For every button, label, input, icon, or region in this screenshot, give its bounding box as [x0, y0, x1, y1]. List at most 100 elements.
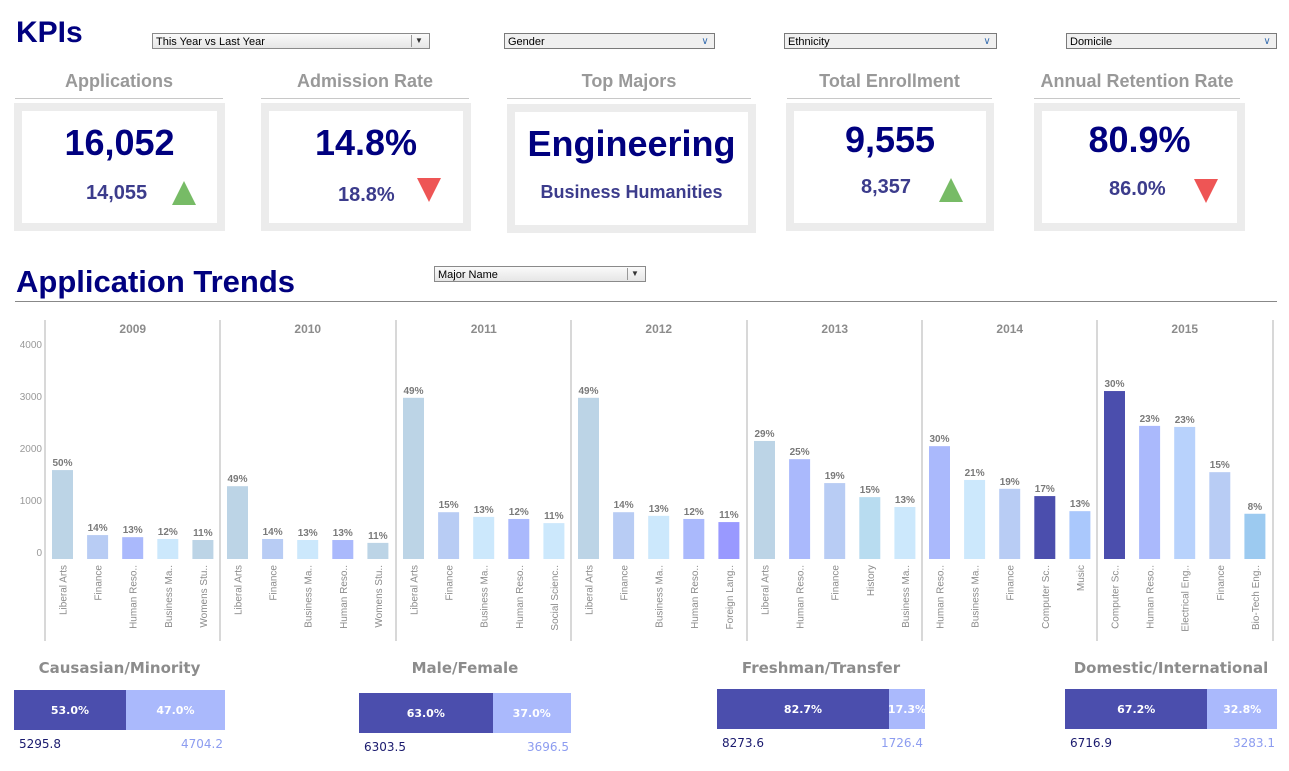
category-label: Business Ma.. — [480, 565, 491, 628]
split-segment-right: 32.8% — [1207, 689, 1277, 729]
triangle-down-icon — [1194, 179, 1218, 203]
triangle-up-icon — [172, 181, 196, 205]
bar — [648, 515, 670, 559]
split-segment-left: 67.2% — [1065, 689, 1208, 729]
bar — [1104, 391, 1125, 559]
split-left-value: 6303.5 — [364, 740, 406, 754]
chevron-down-icon: ∨ — [1263, 36, 1271, 47]
bar-percent-label: 13% — [474, 505, 494, 516]
year-label: 2014 — [996, 322, 1023, 336]
bar-percent-label: 15% — [439, 500, 459, 511]
major-name-select[interactable]: Major Name ▼ — [434, 266, 646, 282]
bar — [1069, 511, 1091, 559]
year-label: 2015 — [1171, 322, 1198, 336]
category-label: Foreign Lang.. — [725, 565, 736, 630]
split-segment-left: 63.0% — [359, 693, 493, 733]
category-label: Social Scienc.. — [550, 565, 561, 631]
bar — [403, 397, 424, 559]
category-label: Bio-Tech Eng.. — [1251, 565, 1262, 630]
bar-percent-label: 49% — [578, 386, 598, 397]
bar-percent-label: 17% — [1035, 484, 1055, 495]
category-label: Womens Stu.. — [374, 565, 385, 628]
bar — [1034, 496, 1056, 559]
split-segment-right: 37.0% — [492, 693, 571, 733]
category-label: Computer Sc.. — [1111, 565, 1122, 629]
bar-percent-label: 13% — [1070, 499, 1090, 510]
split-title: Domestic/International — [1073, 659, 1269, 677]
kpi-value: 16,052 — [64, 122, 175, 163]
split-bar: 82.7% 17.3% — [717, 689, 926, 729]
bar — [1139, 425, 1161, 559]
category-label: Human Reso.. — [690, 565, 701, 629]
split-bar: 67.2% 32.8% — [1065, 689, 1277, 729]
bar-percent-label: 29% — [754, 429, 774, 440]
bar — [859, 497, 881, 559]
application-trends-chart: 0 1000 2000 3000 4000 2009 50% Liberal Arts 14% F… — [20, 320, 1274, 641]
category-label: History — [866, 565, 877, 596]
y-tick-label: 2000 — [20, 444, 43, 455]
major-name-select-value: Major Name — [438, 269, 498, 281]
y-tick-label: 0 — [36, 548, 42, 559]
kpi-card-top-majors: Engineering Business Humanities — [507, 104, 756, 233]
split-bar: 63.0% 37.0% — [359, 693, 571, 733]
bar-percent-label: 13% — [298, 528, 318, 539]
split-segment-left: 82.7% — [717, 689, 890, 729]
kpi-title-total-enrollment: Total Enrollment — [819, 71, 960, 91]
bar — [999, 488, 1021, 559]
bar-percent-label: 15% — [860, 485, 880, 496]
bar-percent-label: 14% — [614, 500, 634, 511]
bar — [718, 522, 740, 559]
split-left-value: 5295.8 — [19, 737, 61, 751]
gender-select[interactable]: Gender ∨ — [504, 33, 715, 49]
split-right-value: 4704.2 — [181, 737, 223, 751]
bar-percent-label: 13% — [895, 495, 915, 506]
kpi-previous-value: 86.0% — [1109, 178, 1166, 200]
kpi-title-annual-retention-rate: Annual Retention Rate — [1040, 71, 1234, 91]
category-label: Human Reso.. — [796, 565, 807, 629]
domicile-select-value: Domicile — [1070, 36, 1113, 48]
bar-percent-label: 50% — [52, 458, 72, 469]
category-label: Human Reso.. — [339, 565, 350, 629]
split-right-value: 1726.4 — [881, 736, 923, 750]
category-label: Human Reso.. — [515, 565, 526, 629]
bar — [332, 540, 354, 559]
bar-percent-label: 8% — [1248, 502, 1263, 513]
ethnicity-select[interactable]: Ethnicity ∨ — [784, 33, 997, 49]
kpi-title-top-majors: Top Majors — [581, 71, 677, 91]
bar-percent-label: 14% — [88, 523, 108, 534]
bar — [473, 516, 495, 559]
category-label: Human Reso.. — [1146, 565, 1157, 629]
bar — [52, 470, 73, 559]
bar-percent-label: 30% — [929, 434, 949, 445]
domicile-select[interactable]: Domicile ∨ — [1066, 33, 1277, 49]
category-label: Business Ma.. — [901, 565, 912, 628]
bar — [894, 507, 916, 559]
kpi-divider — [507, 98, 751, 99]
kpi-title-applications: Applications — [64, 71, 173, 91]
bar-percent-label: 12% — [509, 507, 529, 518]
split-title: Male/Female — [411, 659, 519, 677]
category-label: Business Ma.. — [655, 565, 666, 628]
kpi-value: Engineering — [527, 123, 736, 164]
bar-percent-label: 15% — [1210, 460, 1230, 471]
bar — [192, 540, 214, 559]
year-label: 2009 — [119, 322, 146, 336]
bar-percent-label: 49% — [227, 474, 247, 485]
kpi-divider — [261, 98, 469, 99]
bar-percent-label: 21% — [965, 468, 985, 479]
category-label: Finance — [831, 565, 842, 601]
bar — [929, 446, 950, 559]
bar-percent-label: 49% — [403, 386, 423, 397]
category-label: Liberal Arts — [234, 565, 245, 615]
category-label: Finance — [1216, 565, 1227, 601]
split-bar: 53.0% 47.0% — [14, 690, 225, 730]
kpi-previous-value: 8,357 — [861, 176, 912, 198]
bar-percent-label: 13% — [333, 528, 353, 539]
bar — [122, 537, 144, 559]
period-select[interactable]: This Year vs Last Year ▼ — [152, 33, 430, 49]
year-label: 2013 — [821, 322, 848, 336]
bar — [227, 486, 248, 559]
y-tick-label: 3000 — [20, 392, 43, 403]
section-divider — [15, 301, 1277, 302]
bar-percent-label: 13% — [649, 504, 669, 515]
